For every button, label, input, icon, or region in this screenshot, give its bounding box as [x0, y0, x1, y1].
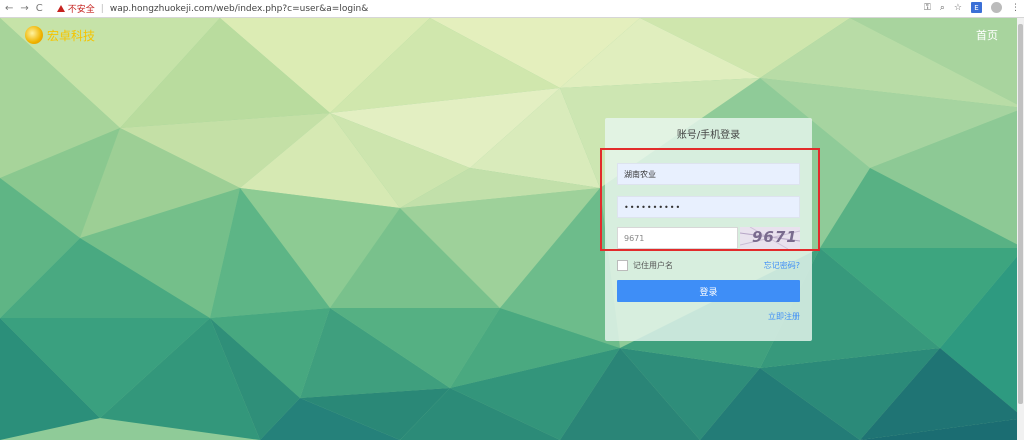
- forgot-password-link[interactable]: 忘记密码?: [764, 260, 800, 271]
- zoom-icon[interactable]: ⌕: [940, 3, 945, 13]
- scrollbar-thumb[interactable]: [1018, 24, 1023, 404]
- star-icon[interactable]: ☆: [954, 3, 962, 13]
- login-button[interactable]: 登录: [617, 280, 800, 302]
- security-label: 不安全: [67, 5, 95, 15]
- logo-text: 宏卓科技: [47, 28, 96, 43]
- security-indicator[interactable]: 不安全: [56, 2, 95, 15]
- back-button[interactable]: ←: [5, 3, 13, 14]
- polygon-background: [0, 18, 1024, 440]
- address-bar[interactable]: wap.hongzhuokeji.com/web/index.php?c=use…: [110, 4, 368, 14]
- browser-actions: ⚿ ⌕ ☆ E ⋮: [924, 2, 1020, 13]
- menu-icon[interactable]: ⋮: [1011, 3, 1020, 13]
- browser-nav: ← → C: [0, 3, 43, 14]
- highlight-box: [600, 148, 820, 251]
- reload-button[interactable]: C: [36, 3, 43, 14]
- extension-icon[interactable]: E: [971, 2, 982, 13]
- url-separator: |: [100, 3, 104, 14]
- site-logo[interactable]: 宏卓科技: [25, 26, 95, 44]
- page-scrollbar[interactable]: [1017, 18, 1024, 440]
- remember-username[interactable]: 记住用户名: [617, 260, 673, 271]
- forward-button[interactable]: →: [20, 3, 28, 14]
- warning-icon: [56, 5, 65, 12]
- login-title: 账号/手机登录: [676, 130, 741, 141]
- home-link[interactable]: 首页: [976, 27, 998, 43]
- profile-icon[interactable]: [991, 2, 1002, 13]
- key-icon[interactable]: ⚿: [924, 3, 931, 13]
- browser-toolbar: ← → C 不安全 | wap.hongzhuokeji.com/web/ind…: [0, 0, 1024, 18]
- remember-label: 记住用户名: [633, 261, 673, 270]
- logo-icon: [25, 26, 43, 44]
- register-link[interactable]: 立即注册: [768, 311, 800, 322]
- remember-checkbox[interactable]: [617, 260, 628, 271]
